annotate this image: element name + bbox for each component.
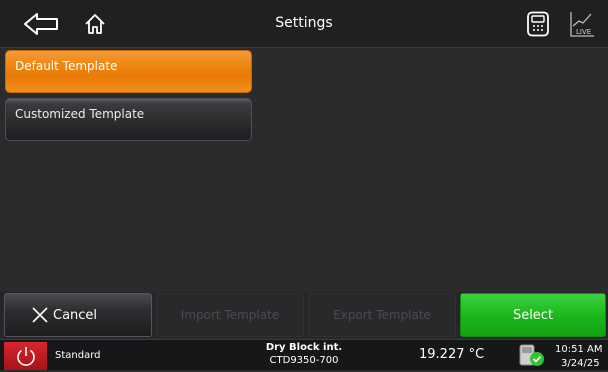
cancel-button[interactable]: Cancel	[4, 293, 152, 337]
device-ok-icon	[519, 344, 544, 366]
home-icon	[85, 14, 105, 34]
back-button[interactable]	[20, 7, 64, 41]
default-template-button[interactable]: Default Template	[5, 50, 252, 93]
live-chart-button[interactable]: LIVE	[560, 7, 604, 41]
import-template-button[interactable]: Import Template	[156, 293, 304, 337]
customized-template-button[interactable]: Customized Template	[5, 98, 252, 141]
device-status-indicator[interactable]	[517, 342, 547, 368]
clock-time: 10:51 AM	[555, 344, 603, 355]
mode-label: Standard	[55, 350, 101, 361]
template-list: Default Template Customized Template	[0, 48, 608, 291]
select-button[interactable]: Select	[460, 293, 606, 337]
status-bar: Standard Dry Block int. CTD9350-700 19.2…	[0, 339, 608, 370]
calculator-button[interactable]	[516, 7, 560, 41]
live-label: LIVE	[576, 28, 591, 36]
clock: 10:51 AM 3/24/25	[555, 343, 602, 371]
close-icon	[32, 307, 48, 323]
top-bar: Settings LIVE	[0, 0, 608, 48]
action-bar: Cancel Import Template Export Template S…	[0, 292, 608, 338]
power-icon	[16, 347, 35, 366]
export-template-button[interactable]: Export Template	[308, 293, 456, 337]
back-arrow-icon	[24, 13, 58, 35]
live-chart-icon: LIVE	[570, 12, 594, 37]
temperature-readout: 19.227 °C	[419, 347, 485, 362]
home-button[interactable]	[73, 7, 117, 41]
cancel-label: Cancel	[53, 307, 98, 323]
power-button[interactable]	[4, 342, 47, 370]
calculator-icon	[527, 11, 549, 37]
